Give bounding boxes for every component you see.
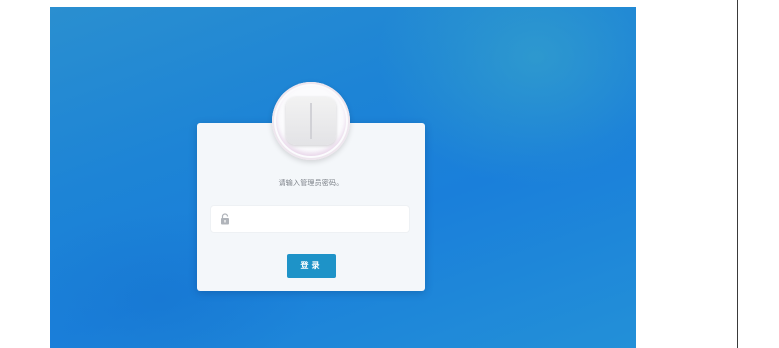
divider-line xyxy=(737,0,738,348)
password-prompt: 请输入管理员密码。 xyxy=(278,179,344,187)
password-field[interactable] xyxy=(211,206,409,232)
router-device-icon xyxy=(286,97,336,145)
lock-icon xyxy=(221,213,229,225)
login-button[interactable]: 登录 xyxy=(287,254,336,278)
login-page: 请输入管理员密码。 登录 xyxy=(0,0,779,348)
password-input[interactable] xyxy=(235,210,407,230)
